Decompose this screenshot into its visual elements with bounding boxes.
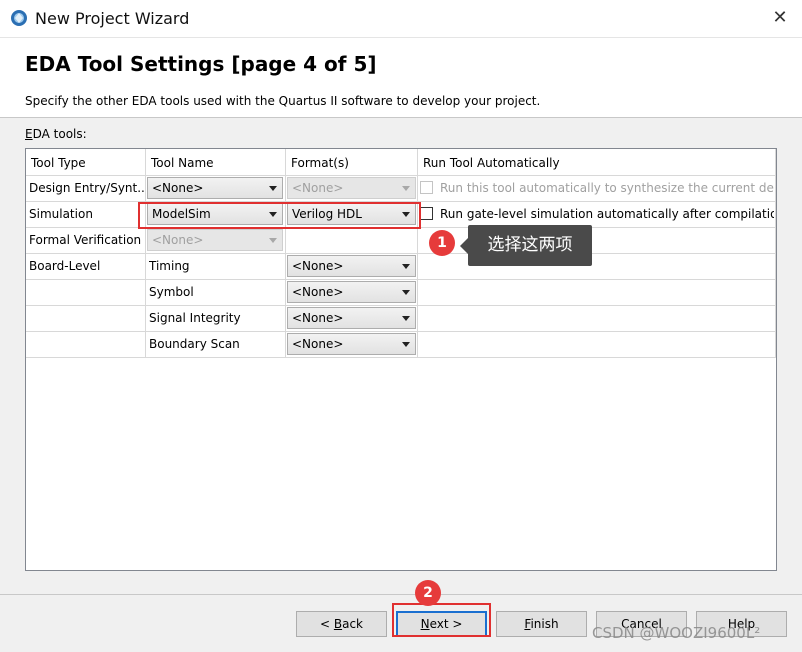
footer-divider xyxy=(0,594,802,595)
highlight-next-button xyxy=(392,603,491,637)
grid-line xyxy=(26,305,776,306)
column-header-run-automatically: Run Tool Automatically xyxy=(423,156,560,170)
chevron-down-icon xyxy=(402,316,410,321)
page-description: Specify the other EDA tools used with th… xyxy=(25,94,541,108)
step-badge-1: 1 xyxy=(429,230,455,256)
run-gate-level-label: Run gate-level simulation automatically … xyxy=(440,207,774,221)
callout-note: 选择这两项 xyxy=(468,225,592,266)
board-level-item: Symbol xyxy=(149,285,194,299)
chevron-down-icon xyxy=(402,264,410,269)
grid-line xyxy=(26,357,776,358)
combo-value: <None> xyxy=(152,233,204,247)
run-synthesis-checkbox[interactable] xyxy=(420,181,433,194)
combo-value: <None> xyxy=(292,259,344,273)
watermark: CSDN @WOOZI9600L² xyxy=(592,624,761,642)
title-bar: New Project Wizard ✕ xyxy=(0,0,802,38)
wizard-header: EDA Tool Settings [page 4 of 5] Specify … xyxy=(0,38,802,117)
back-button[interactable]: < Back xyxy=(296,611,387,637)
signal-integrity-format-combo[interactable]: <None> xyxy=(287,307,416,329)
board-level-item: Boundary Scan xyxy=(149,337,240,351)
row-tool-type: Simulation xyxy=(29,207,93,221)
page-title: EDA Tool Settings [page 4 of 5] xyxy=(25,52,377,76)
row-tool-type: Design Entry/Synt... xyxy=(29,181,144,195)
quartus-app-icon xyxy=(11,10,27,26)
board-level-item: Timing xyxy=(149,259,190,273)
combo-value: <None> xyxy=(292,285,344,299)
eda-tools-label: EDA tools: xyxy=(25,127,87,141)
combo-value: <None> xyxy=(292,337,344,351)
highlight-simulation-selection xyxy=(138,202,421,229)
column-header-tool-name: Tool Name xyxy=(151,156,214,170)
header-divider xyxy=(0,117,802,118)
chevron-down-icon xyxy=(269,238,277,243)
callout-tail xyxy=(460,238,468,254)
window-title: New Project Wizard xyxy=(35,9,190,28)
chevron-down-icon xyxy=(402,186,410,191)
row-tool-type: Board-Level xyxy=(29,259,101,273)
formal-verification-combo[interactable]: <None> xyxy=(147,229,283,251)
combo-value: <None> xyxy=(152,181,204,195)
run-synthesis-label: Run this tool automatically to synthesiz… xyxy=(440,181,774,195)
combo-value: <None> xyxy=(292,311,344,325)
close-icon[interactable]: ✕ xyxy=(770,7,790,28)
chevron-down-icon xyxy=(402,290,410,295)
symbol-format-combo[interactable]: <None> xyxy=(287,281,416,303)
run-gate-level-checkbox[interactable] xyxy=(420,207,433,220)
step-badge-2: 2 xyxy=(415,580,441,606)
tool-name-combo[interactable]: <None> xyxy=(147,177,283,199)
chevron-down-icon xyxy=(402,342,410,347)
board-level-item: Signal Integrity xyxy=(149,311,241,325)
column-header-formats: Format(s) xyxy=(291,156,349,170)
combo-value: <None> xyxy=(292,181,344,195)
chevron-down-icon xyxy=(269,186,277,191)
finish-button[interactable]: Finish xyxy=(496,611,587,637)
timing-format-combo[interactable]: <None> xyxy=(287,255,416,277)
grid-line xyxy=(26,279,776,280)
grid-line xyxy=(26,331,776,332)
format-combo[interactable]: <None> xyxy=(287,177,416,199)
boundary-scan-format-combo[interactable]: <None> xyxy=(287,333,416,355)
row-tool-type: Formal Verification xyxy=(29,233,142,247)
column-header-tool-type: Tool Type xyxy=(31,156,86,170)
